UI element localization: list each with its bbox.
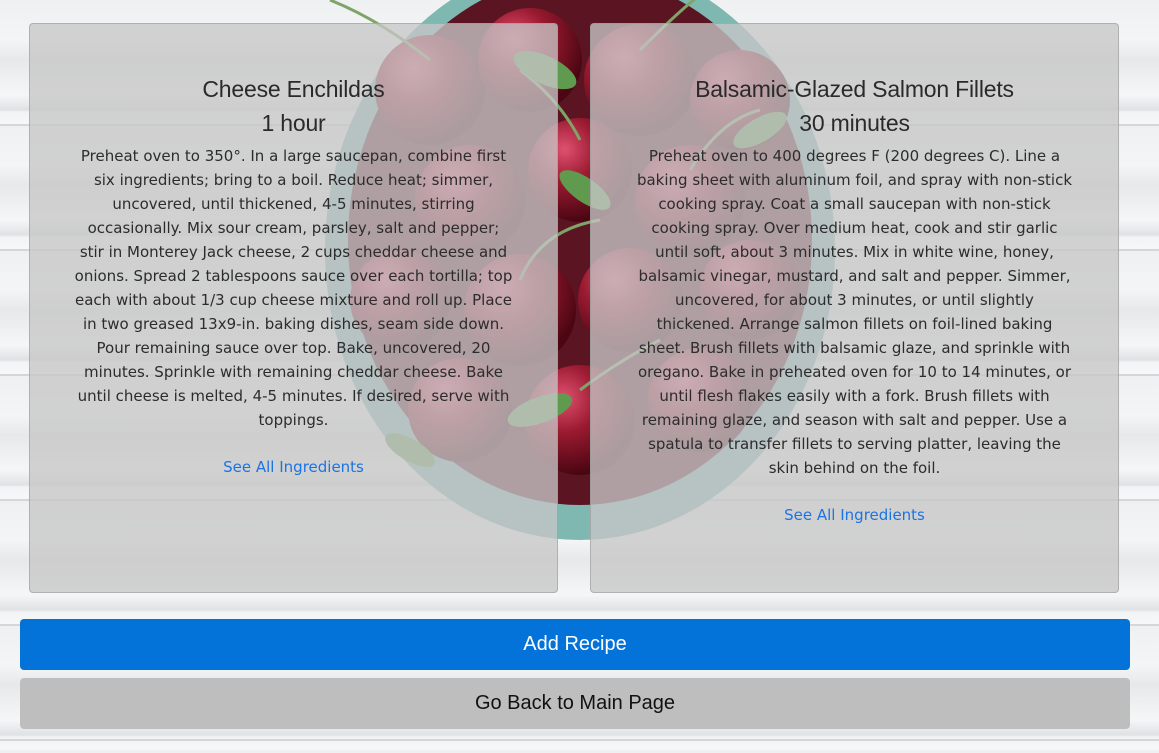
recipe-card: Cheese Enchildas 1 hour Preheat oven to …: [29, 23, 558, 593]
recipe-title: Cheese Enchildas: [202, 76, 385, 102]
recipe-time: 1 hour: [261, 110, 326, 136]
recipe-instructions: Preheat oven to 350°. In a large saucepa…: [74, 147, 513, 429]
recipe-list: Cheese Enchildas 1 hour Preheat oven to …: [29, 23, 1121, 595]
see-all-ingredients-link[interactable]: See All Ingredients: [223, 458, 364, 476]
go-back-button[interactable]: Go Back to Main Page: [20, 678, 1130, 729]
recipe-title: Balsamic-Glazed Salmon Fillets: [695, 76, 1014, 102]
add-recipe-button[interactable]: Add Recipe: [20, 619, 1130, 670]
recipe-card: Balsamic-Glazed Salmon Fillets 30 minute…: [590, 23, 1119, 593]
see-all-ingredients-link[interactable]: See All Ingredients: [784, 506, 925, 524]
recipe-instructions: Preheat oven to 400 degrees F (200 degre…: [636, 147, 1073, 477]
recipe-time: 30 minutes: [799, 110, 910, 136]
